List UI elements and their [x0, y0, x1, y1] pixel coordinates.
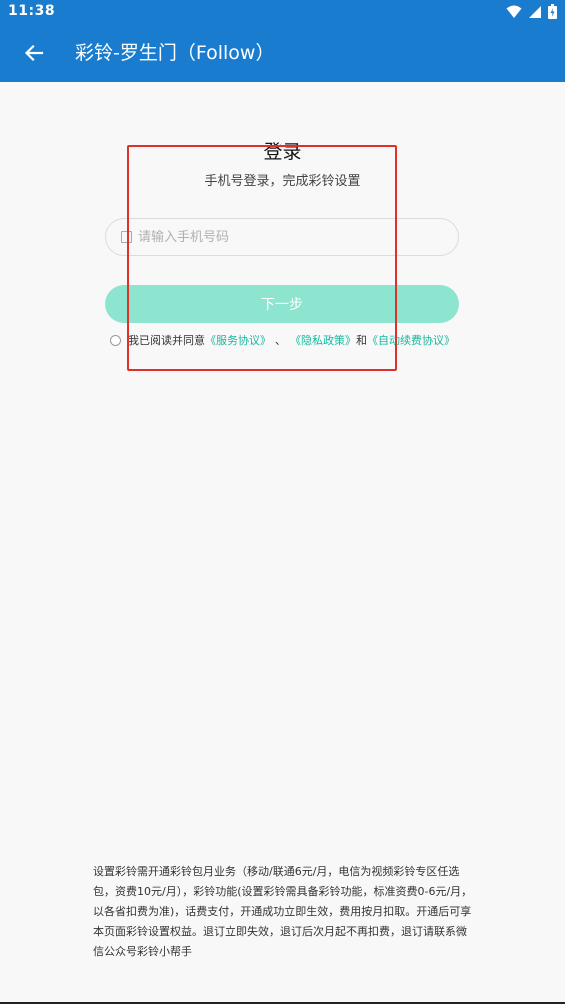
service-agreement-link[interactable]: 《服务协议》 — [205, 332, 271, 348]
app-bar: 彩铃-罗生门（Follow） — [0, 24, 565, 82]
agree-checkbox[interactable] — [110, 334, 121, 346]
footer-notice: 设置彩铃需开通彩铃包月业务（移动/联通6元/月，电信为视频彩铃专区任选包，资费1… — [93, 865, 473, 958]
phone-input[interactable] — [138, 229, 428, 245]
page-title: 彩铃-罗生门（Follow） — [75, 42, 275, 64]
privacy-policy-link[interactable]: 《隐私政策》 — [290, 332, 356, 348]
phone-field[interactable] — [105, 218, 459, 256]
wifi-icon — [506, 5, 522, 18]
status-bar: 11:38 — [0, 0, 565, 24]
agreement-prefix: 我已阅读并同意 — [128, 334, 205, 347]
back-button[interactable] — [20, 39, 48, 67]
phone-icon — [121, 231, 132, 243]
auto-renew-agreement-link[interactable]: 《自动续费协议》 — [367, 332, 455, 348]
status-icons — [506, 4, 557, 19]
agreement-row: 我已阅读并同意 《服务协议》 、 《隐私政策》 和 《自动续费协议》 — [110, 332, 455, 348]
agreement-separator: 、 — [275, 334, 286, 347]
arrow-left-icon — [24, 44, 44, 62]
signal-icon — [529, 5, 541, 18]
next-button[interactable]: 下一步 — [105, 285, 459, 323]
login-title: 登录 — [263, 141, 302, 163]
battery-icon — [548, 4, 557, 19]
login-subtitle: 手机号登录，完成彩铃设置 — [204, 174, 361, 189]
agreement-and: 和 — [356, 334, 367, 347]
status-time: 11:38 — [8, 3, 56, 19]
